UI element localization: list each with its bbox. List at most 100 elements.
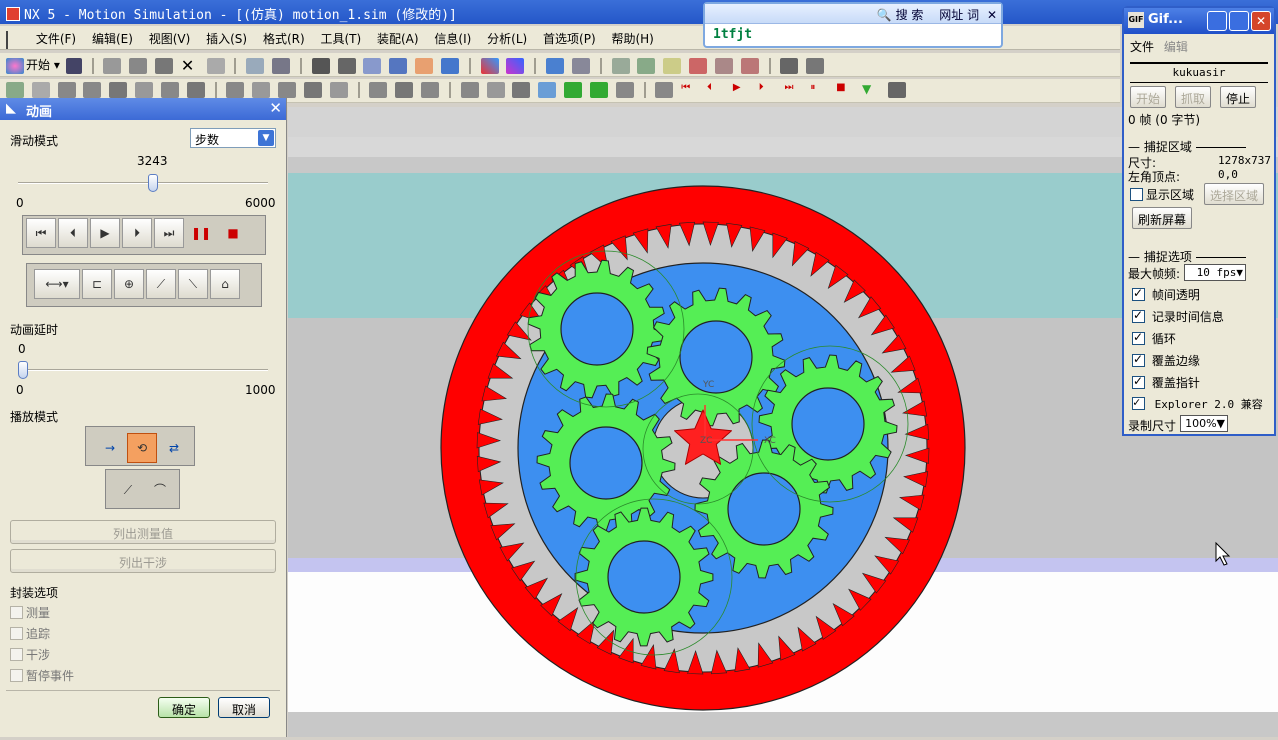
- max-fps-select[interactable]: 10 fps▼: [1184, 264, 1246, 281]
- menu-preferences[interactable]: 首选项(P): [537, 26, 602, 51]
- zoom-window-icon[interactable]: [363, 57, 382, 74]
- menu-analysis[interactable]: 分析(L): [481, 26, 533, 51]
- menu-insert[interactable]: 插入(S): [200, 26, 253, 51]
- undo-icon[interactable]: [206, 57, 225, 74]
- show-area-checkbox[interactable]: 显示区域: [1130, 186, 1194, 203]
- snap-icon-6[interactable]: [740, 57, 759, 74]
- ok-button[interactable]: 确定: [158, 697, 210, 718]
- snap-icon-2[interactable]: [637, 57, 656, 74]
- motion-tool-icon-3[interactable]: [83, 82, 102, 98]
- play-once-button[interactable]: →: [95, 434, 125, 464]
- url-button[interactable]: 网址: [939, 8, 963, 22]
- opt-trace[interactable]: 追踪: [10, 625, 50, 642]
- move-icon[interactable]: [272, 57, 291, 74]
- menu-help[interactable]: 帮助(H): [605, 26, 659, 51]
- motion-tool-icon-9[interactable]: [252, 82, 271, 98]
- step-forward-button[interactable]: ⏵: [122, 218, 152, 248]
- motion-tool-icon-15[interactable]: [421, 82, 440, 98]
- step-slider-thumb[interactable]: [148, 174, 159, 192]
- measure-distance-icon[interactable]: [780, 57, 799, 74]
- motion-tool-icon-4[interactable]: [109, 82, 128, 98]
- refresh-screen-button[interactable]: 刷新屏幕: [1132, 207, 1193, 229]
- menu-format[interactable]: 格式(R): [257, 26, 311, 51]
- opt-transparent-checkbox[interactable]: 帧间透明: [1132, 286, 1200, 303]
- menu-view[interactable]: 视图(V): [143, 26, 197, 51]
- snap-icon-1[interactable]: [611, 57, 630, 74]
- home-tool-button[interactable]: ⌂: [210, 269, 240, 299]
- panel-close-icon[interactable]: ✕: [269, 99, 282, 117]
- cancel-button[interactable]: 取消: [218, 697, 270, 718]
- pause-button[interactable]: ❚❚: [186, 219, 216, 249]
- rewind-start-button[interactable]: ⏮: [26, 218, 56, 248]
- view-orient-icon[interactable]: [440, 57, 459, 74]
- opt-loop-checkbox[interactable]: 循环: [1132, 330, 1176, 347]
- gif-menu-file[interactable]: 文件: [1130, 40, 1154, 54]
- list-measure-button[interactable]: 列出测量值: [10, 520, 276, 544]
- delay-slider-thumb[interactable]: [18, 361, 28, 379]
- zoom-icon[interactable]: [337, 57, 356, 74]
- solver-icon[interactable]: [460, 82, 479, 98]
- opt-interference[interactable]: 干涉: [10, 646, 50, 663]
- word-button[interactable]: 词: [967, 8, 979, 22]
- gif-stop-button[interactable]: 停止: [1220, 86, 1257, 108]
- list-interference-button[interactable]: 列出干涉: [10, 549, 276, 573]
- finish-flag-icon[interactable]: [887, 82, 906, 98]
- gif-close-icon[interactable]: ✕: [1251, 11, 1271, 31]
- anim-prev-icon[interactable]: ⏴: [707, 82, 725, 98]
- menu-file[interactable]: 文件(F): [30, 26, 82, 51]
- snap-icon-4[interactable]: [689, 57, 708, 74]
- measure-tool-button[interactable]: ⟷▾: [34, 269, 80, 299]
- opt-edge-checkbox[interactable]: 覆盖边缘: [1132, 352, 1200, 369]
- anim-next-icon[interactable]: ⏵: [759, 82, 777, 98]
- motion-tool-icon-5[interactable]: [135, 82, 154, 98]
- opt-measure[interactable]: 测量: [10, 604, 50, 621]
- slide-mode-select[interactable]: 步数 ▼: [190, 128, 276, 148]
- motion-tool-icon-10[interactable]: [278, 82, 297, 98]
- snap-icon-3[interactable]: [663, 57, 682, 74]
- copy-icon[interactable]: [129, 57, 148, 74]
- rotate-icon[interactable]: [389, 57, 408, 74]
- anim-play-icon[interactable]: ▶: [733, 82, 751, 98]
- anim-last-icon[interactable]: ⏭: [785, 82, 803, 98]
- anim-settings-icon[interactable]: [655, 82, 674, 98]
- motion-tool-icon-12[interactable]: [329, 82, 348, 98]
- measure-angle-icon[interactable]: [806, 57, 825, 74]
- maximize-icon[interactable]: [1229, 11, 1249, 31]
- function-icon[interactable]: [31, 82, 50, 98]
- search-input[interactable]: 1tfjt: [705, 24, 1001, 45]
- delete-icon[interactable]: ✕: [181, 57, 199, 74]
- search-button[interactable]: 搜 索: [896, 8, 924, 22]
- motion-tool-icon-2[interactable]: [57, 82, 76, 98]
- anim-pause-icon[interactable]: ⏸: [810, 82, 828, 98]
- forward-end-button[interactable]: ⏭: [154, 218, 184, 248]
- motion-tool-icon-13[interactable]: [369, 82, 388, 98]
- results-icon[interactable]: [486, 82, 505, 98]
- snap-icon-5[interactable]: [714, 57, 733, 74]
- menu-edit[interactable]: 编辑(E): [86, 26, 139, 51]
- menu-assembly[interactable]: 装配(A): [371, 26, 425, 51]
- motion-tool-icon-14[interactable]: [395, 82, 414, 98]
- paste-icon[interactable]: [154, 57, 173, 74]
- step-back-button[interactable]: ⏴: [58, 218, 88, 248]
- save-icon[interactable]: [65, 57, 82, 74]
- delay-slider-track[interactable]: [18, 369, 268, 371]
- gif-capture-button[interactable]: 抓取: [1175, 86, 1212, 108]
- forward-arrow-icon[interactable]: [589, 82, 608, 98]
- motion-tool-icon-8[interactable]: [226, 82, 245, 98]
- back-arrow-icon[interactable]: [564, 82, 583, 98]
- menu-tools[interactable]: 工具(T): [314, 26, 367, 51]
- opt-explorer-checkbox[interactable]: Explorer 2.0 兼容: [1132, 395, 1263, 412]
- pin-icon[interactable]: ◣: [6, 101, 16, 116]
- motion-tool-icon-6[interactable]: [160, 82, 179, 98]
- menu-info[interactable]: 信息(I): [428, 26, 477, 51]
- export-tool-button[interactable]: ⊕: [114, 269, 144, 299]
- select-icon[interactable]: [246, 57, 265, 74]
- loop-button[interactable]: ⟲: [127, 433, 157, 463]
- display-cube-icon[interactable]: [546, 57, 565, 74]
- motion-tool-icon-7[interactable]: [186, 82, 205, 98]
- ping-pong-button[interactable]: ⇄: [159, 434, 189, 464]
- contact-tool-button[interactable]: ⟍: [178, 269, 208, 299]
- minimize-icon[interactable]: [1207, 11, 1227, 31]
- interference-tool-button[interactable]: ⟋: [146, 269, 176, 299]
- gif-menu-edit[interactable]: 编辑: [1164, 40, 1188, 54]
